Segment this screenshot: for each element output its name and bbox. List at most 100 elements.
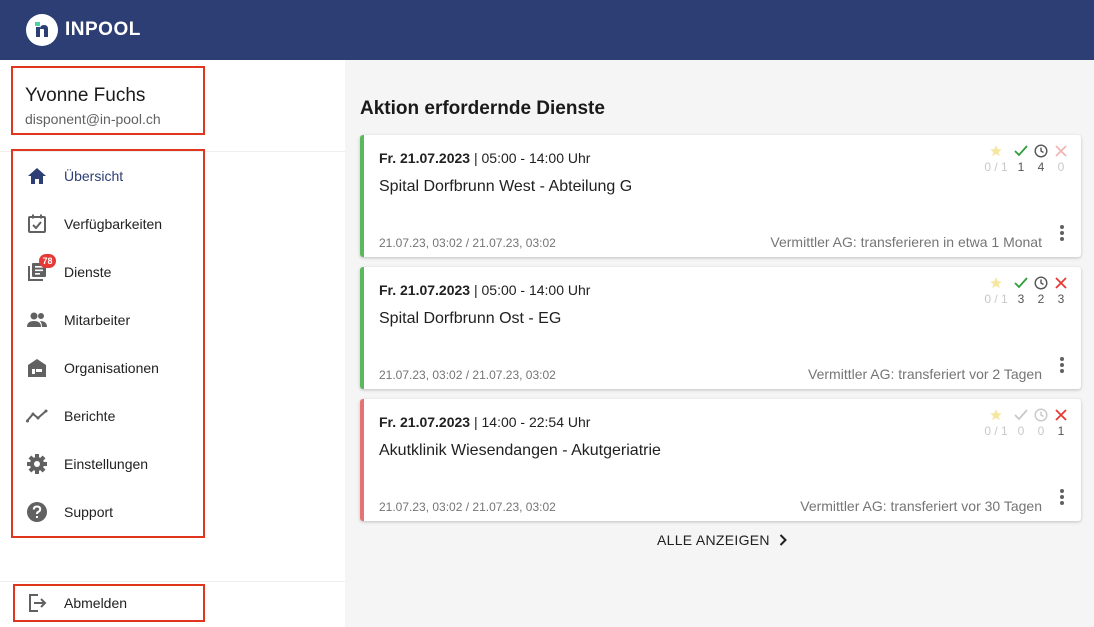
check-icon [1014,407,1028,423]
shifts-count-badge: 78 [39,254,56,268]
more-vert-icon[interactable] [1057,487,1067,507]
stat-favorites-value: 0 / 1 [984,160,1008,174]
clock-icon [1034,143,1048,159]
stat-declined-value: 0 [1057,160,1065,174]
shift-time: | 05:00 - 14:00 Uhr [470,150,591,166]
user-email: disponent@in-pool.ch [25,111,161,127]
shift-datetime: Fr. 21.07.2023 | 05:00 - 14:00 Uhr [379,282,590,298]
sidebar-item-label: Mitarbeiter [64,312,131,328]
shift-date: Fr. 21.07.2023 [379,414,471,430]
stat-declined: 3 [1051,275,1071,306]
shift-datetime: Fr. 21.07.2023 | 05:00 - 14:00 Uhr [379,150,590,166]
sidebar-item-label: Dienste [64,264,112,280]
sidebar-item-einstellungen[interactable]: Einstellungen [13,440,203,488]
close-icon [1055,143,1067,159]
stat-declined-value: 3 [1057,292,1065,306]
sidebar-item-berichte[interactable]: Berichte [13,392,203,440]
sidebar-item-dienste[interactable]: 78 Dienste [13,248,203,296]
shift-card[interactable]: Fr. 21.07.2023 | 05:00 - 14:00 Uhr Spita… [360,135,1081,257]
app-logo-text: INPOOL [65,19,141,40]
more-vert-icon[interactable] [1057,223,1067,243]
shift-location: Spital Dorfbrunn West - Abteilung G [379,178,633,195]
shift-time: | 05:00 - 14:00 Uhr [470,282,591,298]
building-icon [25,356,49,380]
home-icon [25,164,49,188]
clock-icon [1034,407,1048,423]
shift-time: | 14:00 - 22:54 Uhr [470,414,591,430]
page-title: Aktion erfordernde Dienste [360,98,605,119]
stat-favorites-value: 0 / 1 [984,424,1008,438]
sidebar-nav: Übersicht Verfügbarkeiten 78 Dienste Mit… [11,149,205,538]
shift-timestamps: 21.07.23, 03:02 / 21.07.23, 03:02 [379,236,556,250]
gear-icon [25,452,49,476]
logout-label: Abmelden [64,595,128,611]
shift-card[interactable]: Fr. 21.07.2023 | 14:00 - 22:54 Uhr Akutk… [360,399,1081,521]
sidebar-item-label: Einstellungen [64,456,149,472]
stat-declined: 1 [1051,407,1071,438]
stat-accepted: 1 [1011,143,1031,174]
sidebar: Yvonne Fuchs disponent@in-pool.ch Übersi… [0,60,345,627]
stat-pending: 2 [1031,275,1051,306]
shift-transfer-status: Vermittler AG: transferiert vor 30 Tagen [800,498,1042,514]
star-icon [989,407,1003,423]
shift-transfer-status: Vermittler AG: transferieren in etwa 1 M… [770,234,1042,250]
stat-favorites-value: 0 / 1 [984,292,1008,306]
check-icon [1014,143,1028,159]
stat-accepted: 0 [1011,407,1031,438]
sidebar-item-label: Verfügbarkeiten [64,216,163,232]
star-icon [989,143,1003,159]
close-icon [1055,275,1067,291]
sidebar-item-uebersicht[interactable]: Übersicht [13,152,203,200]
stat-pending-value: 2 [1037,292,1045,306]
close-icon [1055,407,1067,423]
sidebar-item-mitarbeiter[interactable]: Mitarbeiter [13,296,203,344]
stat-accepted-value: 3 [1017,292,1025,306]
show-all-label: ALLE ANZEIGEN [657,532,770,548]
stat-favorites: 0 / 1 [981,275,1011,306]
sidebar-item-label: Berichte [64,408,116,424]
shift-timestamps: 21.07.23, 03:02 / 21.07.23, 03:02 [379,368,556,382]
stat-favorites: 0 / 1 [981,143,1011,174]
shift-stats: 0 / 1 3 2 3 [981,275,1071,306]
inpool-logo-icon [26,14,58,46]
user-profile: Yvonne Fuchs disponent@in-pool.ch [11,66,205,135]
stat-pending-value: 4 [1037,160,1045,174]
logout-button[interactable]: Abmelden [13,584,205,622]
shift-date: Fr. 21.07.2023 [379,282,471,298]
stat-declined-value: 1 [1057,424,1065,438]
people-icon [25,308,49,332]
shift-stats: 0 / 1 1 4 0 [981,143,1071,174]
shift-date: Fr. 21.07.2023 [379,150,471,166]
sidebar-item-organisationen[interactable]: Organisationen [13,344,203,392]
clock-icon [1034,275,1048,291]
stat-pending: 0 [1031,407,1051,438]
more-vert-icon[interactable] [1057,355,1067,375]
sidebar-item-label: Organisationen [64,360,159,376]
help-icon [25,500,49,524]
stat-pending-value: 0 [1037,424,1045,438]
stat-accepted: 3 [1011,275,1031,306]
shift-card[interactable]: Fr. 21.07.2023 | 05:00 - 14:00 Uhr Spita… [360,267,1081,389]
stat-declined: 0 [1051,143,1071,174]
shift-transfer-status: Vermittler AG: transferiert vor 2 Tagen [808,366,1042,382]
divider [0,581,345,582]
main-content: Aktion erfordernde Dienste Fr. 21.07.202… [345,60,1094,627]
shift-timestamps: 21.07.23, 03:02 / 21.07.23, 03:02 [379,500,556,514]
sidebar-item-support[interactable]: Support [13,488,203,536]
check-icon [1014,275,1028,291]
show-all-button[interactable]: ALLE ANZEIGEN [657,532,787,548]
shift-location: Akutklinik Wiesendangen - Akutgeriatrie [379,442,661,459]
sidebar-item-label: Support [64,504,114,520]
logout-icon [25,591,49,615]
stat-favorites: 0 / 1 [981,407,1011,438]
shift-location: Spital Dorfbrunn Ost - EG [379,310,562,327]
sidebar-item-label: Übersicht [64,168,124,184]
stat-pending: 4 [1031,143,1051,174]
user-name: Yvonne Fuchs [25,85,146,106]
calendar-check-icon [25,212,49,236]
shift-datetime: Fr. 21.07.2023 | 14:00 - 22:54 Uhr [379,414,590,430]
chevron-right-icon [779,534,787,546]
sidebar-item-verfuegbarkeiten[interactable]: Verfügbarkeiten [13,200,203,248]
star-icon [989,275,1003,291]
app-header: INPOOL [0,0,1094,60]
